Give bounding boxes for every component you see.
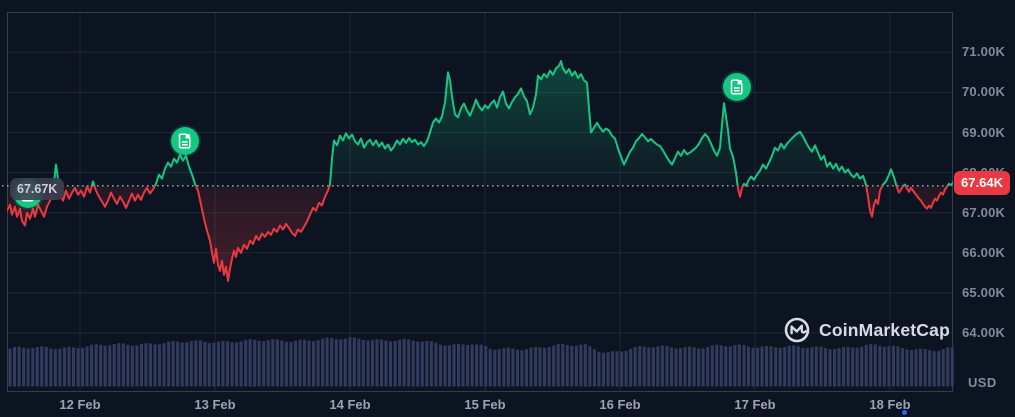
news-event-marker[interactable]: [171, 127, 199, 155]
document-icon: [730, 79, 743, 95]
current-price-badge: 67.64K: [954, 171, 1010, 195]
baseline-price-badge: 67.67K: [10, 178, 65, 200]
news-event-marker[interactable]: [723, 73, 751, 101]
price-chart-canvas[interactable]: [0, 0, 1015, 417]
document-icon: [178, 133, 191, 149]
price-chart-widget: 67.67K 67.64K USD CoinMarketCap 71.00K 70…: [0, 0, 1015, 417]
